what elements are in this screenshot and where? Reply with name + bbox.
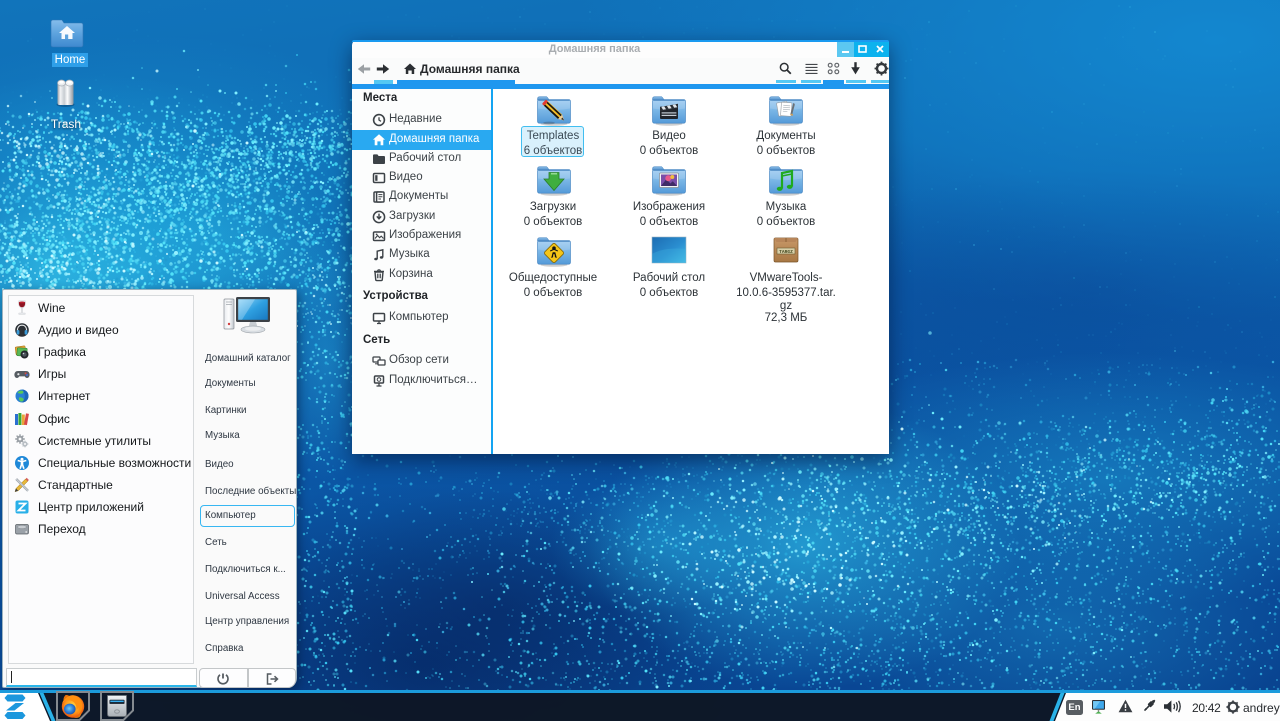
svg-text:TARGZ: TARGZ — [779, 249, 793, 255]
